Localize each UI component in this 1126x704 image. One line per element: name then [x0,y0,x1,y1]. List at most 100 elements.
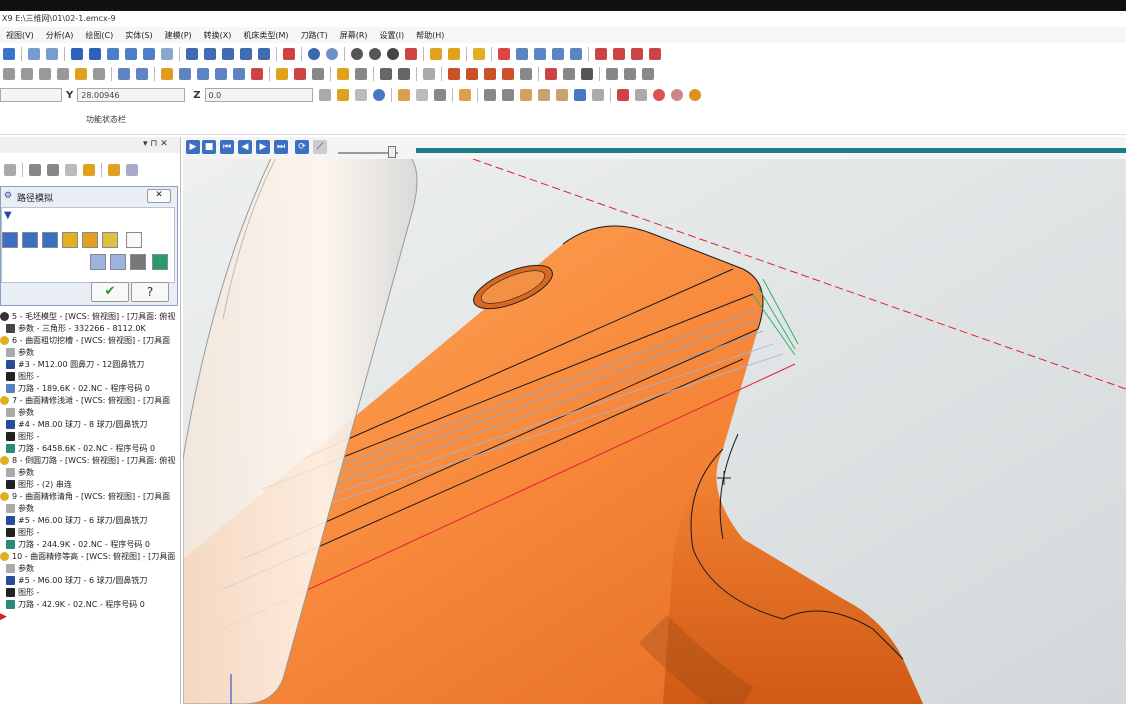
tree-row[interactable]: 刀路 - 189.6K - 02.NC - 程序号码 0 [0,383,180,395]
help-panel-icon[interactable] [126,164,138,176]
tree-row[interactable]: 参数 [0,503,180,515]
solid-revolve-icon[interactable] [466,68,478,80]
tree-row[interactable]: 7 - 曲面精修浅滩 - [WCS: 俯视图] - [刀具面 [0,395,180,407]
wire-icon[interactable] [369,48,381,60]
trim-icon[interactable] [118,68,130,80]
tree-row[interactable]: 图形 - [0,431,180,443]
hdim-icon[interactable] [380,68,392,80]
cplane-icon[interactable] [258,48,270,60]
tree-row[interactable]: 10 - 曲面精修等高 - [WCS: 俯视图] - [刀具面 [0,551,180,563]
tree-row[interactable]: 图形 - (2) 串连 [0,479,180,491]
body-select-icon[interactable] [537,89,550,101]
op-icon[interactable] [649,48,661,60]
menu-item-screen[interactable]: 屏幕(R) [334,30,374,41]
shade-icon[interactable] [351,48,363,60]
layer-icon[interactable] [312,68,324,80]
stop-playback-icon[interactable]: ■ [202,140,216,154]
menu-item-view[interactable]: 视图(V) [0,30,40,41]
backplot-icon[interactable] [552,48,564,60]
post-ops-icon[interactable] [83,164,95,176]
mirror-icon[interactable] [179,68,191,80]
highlight-icon[interactable] [473,48,485,60]
post-icon[interactable] [570,48,582,60]
fit-icon[interactable] [71,48,83,60]
verify-select-icon[interactable] [616,89,629,101]
tree-row[interactable]: 参数 [0,467,180,479]
mesh-icon[interactable] [606,68,618,80]
step-back-icon[interactable]: ◀ [238,140,252,154]
toggle-icon[interactable] [4,164,16,176]
toolpath-icon[interactable] [516,48,528,60]
redo-icon[interactable] [46,48,58,60]
gx-icon[interactable] [65,164,77,176]
surface2-icon[interactable] [563,68,575,80]
surface3-icon[interactable] [581,68,593,80]
menu-item-machine[interactable]: 机床类型(M) [237,30,294,41]
probe-icon[interactable] [498,48,510,60]
rotate-icon[interactable] [186,48,198,60]
tree-row[interactable]: 图形 - [0,527,180,539]
zoom-target-icon[interactable] [107,48,119,60]
clear-icon[interactable] [670,89,683,101]
regen-icon[interactable] [47,164,59,176]
stop-icon[interactable] [652,89,665,101]
verify-icon[interactable] [534,48,546,60]
menu-item-draw[interactable]: 绘图(C) [79,30,119,41]
brush-icon[interactable] [448,48,460,60]
info-icon[interactable] [372,89,385,101]
magnify-icon[interactable] [161,48,173,60]
quick-verify-button[interactable] [90,254,106,270]
face-select-icon[interactable] [519,89,532,101]
tree-row[interactable]: #5 - M6.00 球刀 - 6 球刀/圆鼻铣刀 [0,515,180,527]
solid-loft-icon[interactable] [484,68,496,80]
snap-icon[interactable] [318,89,331,101]
pencil-icon[interactable] [430,48,442,60]
view-icon[interactable] [222,48,234,60]
rewind-start-icon[interactable]: ⏮ [220,140,234,154]
play-icon[interactable]: ▶ [186,140,200,154]
pan-icon[interactable] [204,48,216,60]
tree-row[interactable]: 图形 - [0,587,180,599]
undo-icon[interactable] [28,48,40,60]
surface-icon[interactable] [545,68,557,80]
expand-icon[interactable]: ▼ [4,210,12,221]
window-zoom-icon[interactable] [89,48,101,60]
x-coord-field[interactable] [0,88,62,102]
screenshot-button[interactable] [130,254,146,270]
break-icon[interactable] [136,68,148,80]
ok-button[interactable]: ✔ [91,282,129,302]
show-path-button[interactable] [2,232,18,248]
grid-icon[interactable] [294,68,306,80]
panel-pin-controls[interactable]: ▾ ⊓ ✕ [143,139,168,149]
show-endpoints-button[interactable] [102,232,118,248]
hatch-icon[interactable] [423,68,435,80]
back-select-icon[interactable] [591,89,604,101]
menu-item-solids[interactable]: 实体(S) [119,30,158,41]
leader-icon[interactable] [355,68,367,80]
verify2-icon[interactable] [634,89,647,101]
tree-row[interactable]: 刀路 - 42.9K - 02.NC - 程序号码 0 [0,599,180,611]
speed-icon[interactable]: ⟋ [313,140,327,154]
y-coord-field[interactable]: 28.00946 [77,88,186,102]
menu-item-settings[interactable]: 设置(I) [374,30,411,41]
tree-row[interactable]: 8 - 倒圆刀路 - [WCS: 俯视图] - [刀具面: 俯视 [0,455,180,467]
zoom-in-icon[interactable] [143,48,155,60]
step-forward-icon[interactable]: ▶ [256,140,270,154]
z-coord-field[interactable]: 0.0 [204,88,313,102]
mesh3-icon[interactable] [642,68,654,80]
offset-icon[interactable] [233,68,245,80]
tree-row[interactable]: #5 - M6.00 球刀 - 6 球刀/圆鼻铣刀 [0,575,180,587]
hidden-icon[interactable] [387,48,399,60]
cube-view-icon[interactable] [283,48,295,60]
mask-icon[interactable] [458,89,471,101]
mesh2-icon[interactable] [624,68,636,80]
help-button[interactable]: ? [131,282,169,302]
group-icon[interactable] [631,48,643,60]
tree-row[interactable]: 图形 - [0,371,180,383]
config-button[interactable] [110,254,126,270]
tree-row[interactable]: 参数 [0,407,180,419]
vdim-icon[interactable] [398,68,410,80]
tree-row[interactable]: 刀路 - 6458.6K - 02.NC - 程序号码 0 [0,443,180,455]
playback-progress-bar[interactable] [416,148,1126,153]
loop-select-icon[interactable] [555,89,568,101]
